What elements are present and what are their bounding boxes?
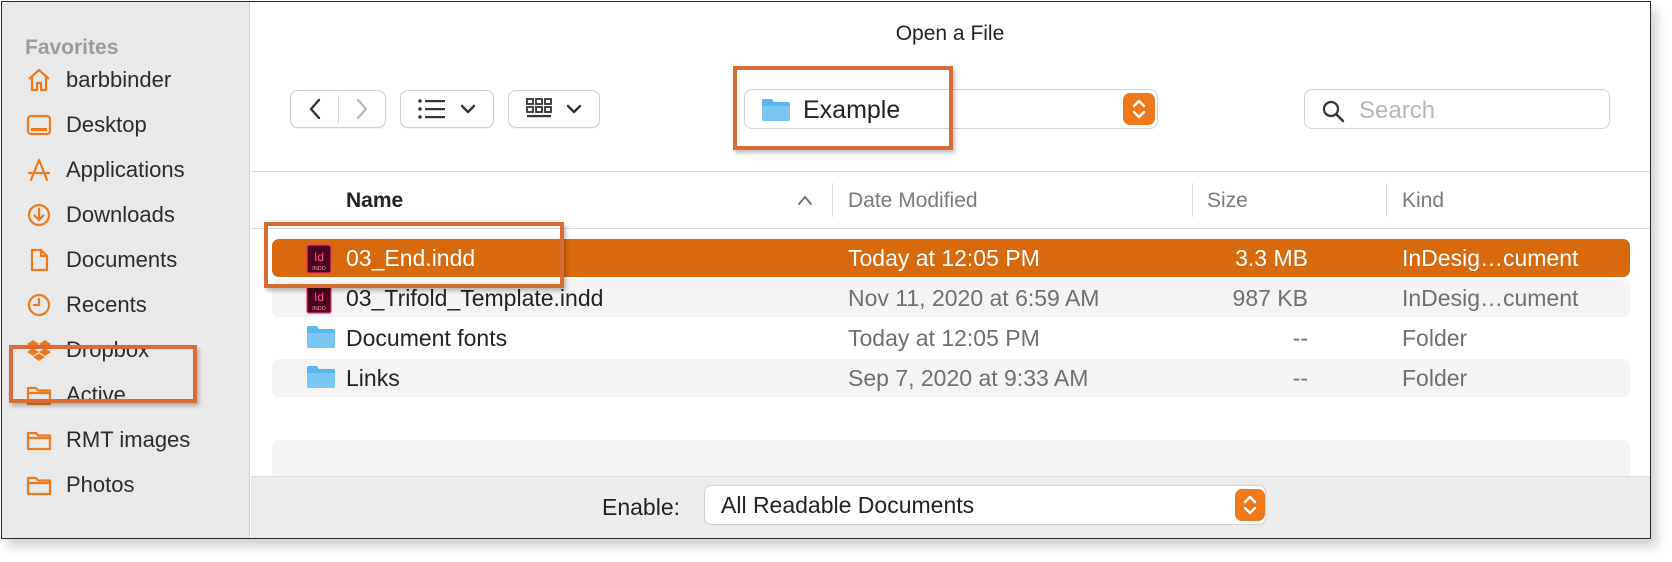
enable-label: Enable: (602, 494, 681, 520)
sidebar-header: Favorites (25, 36, 119, 59)
file-kind: Folder (1402, 365, 1468, 391)
applications-icon (27, 158, 51, 182)
open-file-dialog: Favorites barbbinder Desktop Application… (1, 1, 1651, 539)
file-size: 3.3 MB (1235, 245, 1308, 271)
column-header-size[interactable]: Size (1207, 189, 1248, 213)
column-header-kind[interactable]: Kind (1402, 189, 1444, 213)
file-date: Today at 12:05 PM (848, 325, 1040, 351)
table-row[interactable]: Links Sep 7, 2020 at 9:33 AM -- Folder (272, 359, 1630, 397)
file-name: Document fonts (346, 325, 508, 351)
file-kind: InDesig…cument (1402, 245, 1579, 271)
toolbar-divider (251, 171, 1650, 172)
sidebar-item-label: RMT images (66, 427, 191, 452)
empty-row (272, 440, 1630, 478)
document-icon (30, 248, 49, 272)
column-separator[interactable] (1386, 183, 1387, 217)
column-separator[interactable] (832, 183, 833, 217)
sidebar-item-label: barbbinder (66, 67, 172, 92)
list-view-icon (418, 99, 445, 119)
group-view-button[interactable] (508, 90, 600, 128)
enable-value: All Readable Documents (721, 492, 975, 518)
sidebar-item-label: Downloads (66, 202, 175, 227)
folder-icon (26, 431, 52, 451)
indd-icon-label: Id (314, 290, 324, 304)
enable-dropdown[interactable]: All Readable Documents (704, 485, 1266, 525)
sidebar-item-label: Desktop (66, 112, 147, 137)
chevron-down-icon (566, 104, 582, 114)
sidebar-item-downloads[interactable]: Downloads (26, 195, 236, 235)
sidebar-item-rmt-images[interactable]: RMT images (26, 420, 236, 460)
highlight-box-dropbox (9, 345, 197, 403)
file-size: -- (1292, 325, 1308, 351)
table-row[interactable]: Document fonts Today at 12:05 PM -- Fold… (272, 319, 1630, 357)
sidebar-item-label: Documents (66, 247, 178, 272)
file-kind: InDesig…cument (1402, 285, 1579, 311)
list-view-button[interactable] (400, 90, 494, 128)
file-date: Today at 12:05 PM (848, 245, 1040, 271)
folder-icon (307, 366, 335, 388)
clock-icon (27, 293, 51, 317)
sidebar-item-desktop[interactable]: Desktop (26, 105, 236, 145)
sidebar-item-recents[interactable]: Recents (26, 285, 236, 325)
sidebar-item-label: Applications (66, 157, 185, 182)
file-size: -- (1292, 365, 1308, 391)
indesign-file-icon: Id INDD (306, 284, 332, 314)
sidebar-item-label: Photos (66, 472, 135, 497)
highlight-box-file (264, 222, 564, 288)
sidebar: Favorites barbbinder Desktop Application… (2, 2, 250, 538)
sort-ascending-icon[interactable] (796, 194, 814, 206)
home-icon (28, 68, 50, 92)
forward-button[interactable] (339, 91, 385, 127)
folder-icon (307, 326, 335, 348)
column-separator[interactable] (1192, 183, 1193, 217)
file-kind: Folder (1402, 325, 1468, 351)
chevron-right-icon (356, 98, 368, 120)
chevron-up-down-icon (1243, 495, 1257, 515)
file-name: 03_Trifold_Template.indd (346, 285, 604, 311)
file-name: Links (346, 365, 400, 391)
chevron-down-icon (460, 104, 476, 114)
download-icon (27, 203, 51, 227)
back-button[interactable] (291, 91, 338, 127)
sidebar-item-photos[interactable]: Photos (26, 465, 236, 505)
sidebar-item-applications[interactable]: Applications (26, 150, 236, 190)
sidebar-item-documents[interactable]: Documents (26, 240, 236, 280)
highlight-box-location (733, 66, 953, 150)
search-field[interactable]: Search (1304, 89, 1610, 129)
sidebar-item-barbbinder[interactable]: barbbinder (26, 60, 236, 100)
folder-icon (26, 476, 52, 496)
sidebar-item-label: Recents (66, 292, 147, 317)
search-placeholder: Search (1359, 97, 1436, 124)
column-header-name[interactable]: Name (346, 189, 403, 213)
nav-buttons (290, 90, 386, 128)
column-header-date[interactable]: Date Modified (848, 189, 978, 213)
window-title: Open a File (895, 22, 1005, 45)
enable-stepper[interactable] (1235, 489, 1265, 521)
indd-icon-sublabel: INDD (312, 306, 325, 312)
search-icon (1322, 100, 1345, 123)
file-date: Sep 7, 2020 at 9:33 AM (848, 365, 1089, 391)
desktop-icon (26, 114, 52, 136)
chevron-left-icon (309, 98, 320, 120)
chevron-up-down-icon (1132, 99, 1146, 119)
file-date: Nov 11, 2020 at 6:59 AM (848, 285, 1100, 311)
grid-icon (526, 98, 552, 118)
location-stepper[interactable] (1123, 93, 1155, 125)
file-size: 987 KB (1232, 285, 1308, 311)
